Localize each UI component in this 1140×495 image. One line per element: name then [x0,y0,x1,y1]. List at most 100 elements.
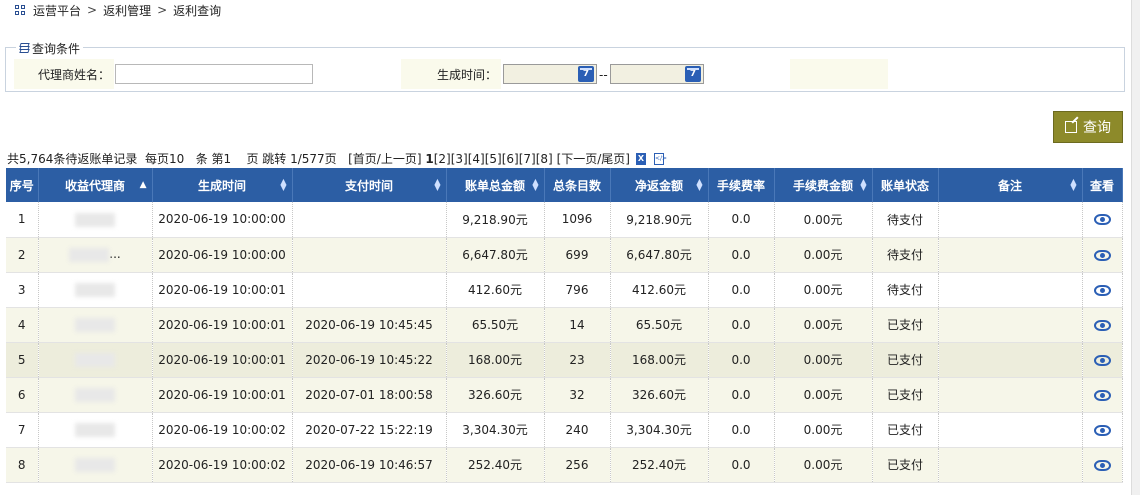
eye-icon[interactable] [1093,249,1111,261]
cell-status: 待支付 [872,202,939,238]
cell-fee: 0.00元 [774,412,873,448]
cell-net: 6,647.80元 [610,237,709,273]
page-link-5[interactable]: [5] [485,152,502,166]
col-header-paid[interactable]: 支付时间 ▲ ▼ [292,168,447,202]
page-link-3[interactable]: [3] [451,152,468,166]
col-header-note[interactable]: 备注 ▲ ▼ [938,168,1083,202]
cell-count: 699 [544,237,611,273]
first-prev-link[interactable]: [首页/上一页] [348,150,421,167]
eye-icon[interactable] [1093,389,1111,401]
cell-no: 4 [6,307,39,343]
cell-status: 待支付 [872,272,939,308]
table-row[interactable]: 4 2020-06-19 10:00:01 2020-06-19 10:45:45 6… [6,307,1123,343]
per-page-label[interactable]: 每页10 [145,150,184,167]
cell-view [1082,307,1123,343]
rebate-table: 序号 收益代理商 ▲ 生成时间 ▲ ▼ 支付时间 ▲ ▼ 账单总金额 ▲ ▼ 总条目数 净返金… [6,168,1123,483]
page-link-8[interactable]: [8] [536,152,553,166]
page-link-6[interactable]: [6] [502,152,519,166]
breadcrumb-item-platform[interactable]: 运营平台 [33,2,81,19]
col-header-agent-label: 收益代理商 [64,178,125,193]
cell-net: 168.00元 [610,342,709,378]
table-row[interactable]: 6 2020-06-19 10:00:01 2020-07-01 18:00:58 3… [6,377,1123,413]
breadcrumb-separator: > [87,3,98,17]
col-header-agent[interactable]: 收益代理商 ▲ [38,168,153,202]
calendar-icon[interactable]: 7 [578,66,594,82]
cell-created: 2020-06-19 10:00:01 [152,342,293,378]
eye-icon[interactable] [1093,214,1111,226]
cell-created: 2020-06-19 10:00:00 [152,202,293,238]
eye-icon[interactable] [1093,354,1111,366]
sort-asc-icon[interactable]: ▲ [140,181,147,190]
search-button[interactable]: 查询 [1053,111,1123,143]
cell-view [1082,202,1123,238]
cell-status: 已支付 [872,447,939,483]
created-time-label: 生成时间： [401,59,501,89]
col-header-created[interactable]: 生成时间 ▲ ▼ [152,168,293,202]
sort-icon[interactable]: ▲ ▼ [1070,178,1076,192]
cell-net: 412.60元 [610,272,709,308]
cell-rate: 0.0 [708,272,775,308]
page-link-7[interactable]: [7] [519,152,536,166]
table-row[interactable]: 3 2020-06-19 10:00:01 412.60元 796 412.60元 0.0… [6,272,1123,308]
breadcrumb-separator: > [157,3,168,17]
col-header-net[interactable]: 净返金额 ▲ ▼ [610,168,709,202]
page-label[interactable]: 条 第1 [196,150,231,167]
sort-icon[interactable]: ▲ ▼ [860,178,866,192]
query-legend-label: 查询条件 [32,42,81,56]
xml-export-icon[interactable]: </> [653,152,667,165]
next-last-link[interactable]: [下一页/尾页] [557,150,630,167]
cell-total: 6,647.80元 [446,237,545,273]
table-row[interactable]: 7 2020-06-19 10:00:02 2020-07-22 15:22:19 3… [6,412,1123,448]
eye-icon[interactable] [1093,424,1111,436]
cell-net: 65.50元 [610,307,709,343]
breadcrumb-item-rebate-management[interactable]: 返利管理 [103,2,151,19]
col-header-fee[interactable]: 手续费金额 ▲ ▼ [774,168,873,202]
table-row[interactable]: 8 2020-06-19 10:00:02 2020-06-19 10:46:57 2… [6,447,1123,483]
cell-count: 23 [544,342,611,378]
calendar-icon[interactable]: 7 [685,66,701,82]
table-row[interactable]: 5 2020-06-19 10:00:01 2020-06-19 10:45:22 1… [6,342,1123,378]
cell-rate: 0.0 [708,202,775,238]
page-link-2[interactable]: [2] [434,152,451,166]
excel-export-icon[interactable]: X [635,152,646,165]
cell-agent [38,447,153,483]
col-header-fee-label: 手续费金额 [792,178,853,193]
sort-icon[interactable]: ▲ ▼ [696,178,702,192]
col-header-rate: 手续费率 [708,168,775,202]
cell-net: 252.40元 [610,447,709,483]
date-to-input[interactable]: 7 [610,64,704,84]
eye-icon[interactable] [1093,459,1111,471]
cell-status: 已支付 [872,377,939,413]
table-row[interactable]: 2... 2020-06-19 10:00:00 6,647.80元 699 6,647… [6,237,1123,273]
cell-total: 65.50元 [446,307,545,343]
col-header-total[interactable]: 账单总金额 ▲ ▼ [446,168,545,202]
cell-paid: 2020-06-19 10:45:45 [292,307,447,343]
sort-icon[interactable]: ▲ ▼ [532,178,538,192]
page-link-4[interactable]: [4] [468,152,485,166]
eye-icon[interactable] [1093,284,1111,296]
cell-total: 252.40元 [446,447,545,483]
sort-icon[interactable]: ▲ ▼ [434,178,440,192]
cell-created: 2020-06-19 10:00:01 [152,272,293,308]
cell-total: 9,218.90元 [446,202,545,238]
table-row[interactable]: 1 2020-06-19 10:00:00 9,218.90元 1096 9,218.9… [6,202,1123,238]
breadcrumb-item-rebate-query: 返利查询 [173,3,222,18]
jump-label[interactable]: 页 跳转 1/577页 [246,150,336,167]
col-header-view: 查看 [1082,168,1123,202]
date-from-input[interactable]: 7 [503,64,597,84]
layers-icon [19,43,30,54]
eye-icon[interactable] [1093,319,1111,331]
cell-rate: 0.0 [708,447,775,483]
redacted-agent-name [75,352,115,367]
cell-note [938,377,1083,413]
cell-view [1082,272,1123,308]
col-header-status: 账单状态 [872,168,939,202]
vertical-scrollbar[interactable] [1131,0,1140,495]
edit-icon [1065,121,1077,133]
table-header-row: 序号 收益代理商 ▲ 生成时间 ▲ ▼ 支付时间 ▲ ▼ 账单总金额 ▲ ▼ 总条目数 净返金… [6,168,1123,202]
col-header-total-label: 账单总金额 [464,178,525,193]
col-header-no: 序号 [6,168,39,202]
cell-fee: 0.00元 [774,342,873,378]
agent-name-input[interactable] [115,64,313,84]
sort-icon[interactable]: ▲ ▼ [280,178,286,192]
